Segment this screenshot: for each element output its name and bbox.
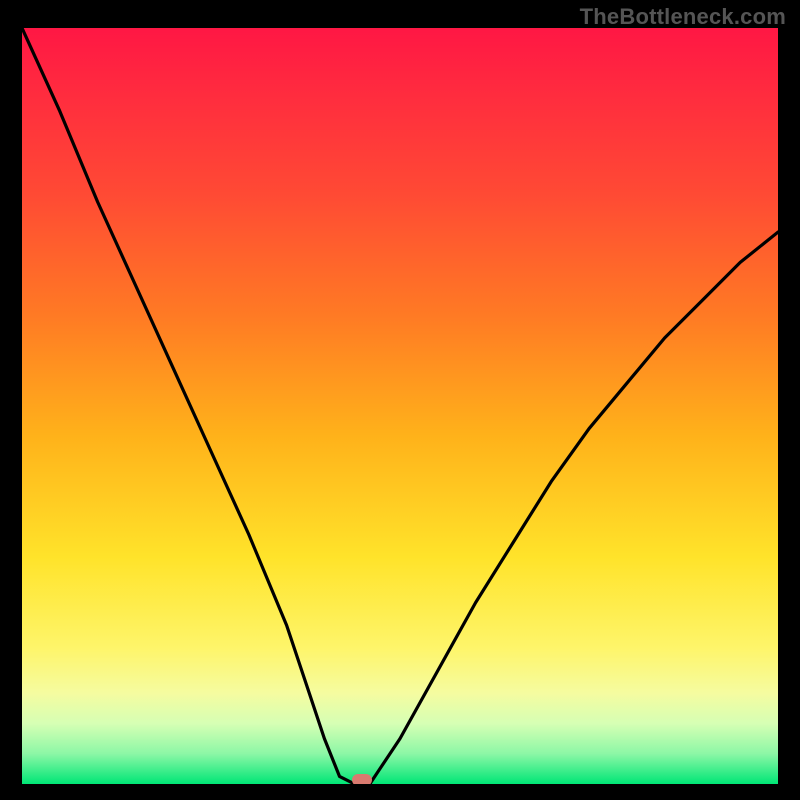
chart-frame: TheBottleneck.com	[0, 0, 800, 800]
plot-area	[22, 28, 778, 784]
optimal-marker	[352, 774, 372, 784]
bottleneck-curve	[22, 28, 778, 784]
watermark-text: TheBottleneck.com	[580, 4, 786, 30]
curve-svg	[22, 28, 778, 784]
